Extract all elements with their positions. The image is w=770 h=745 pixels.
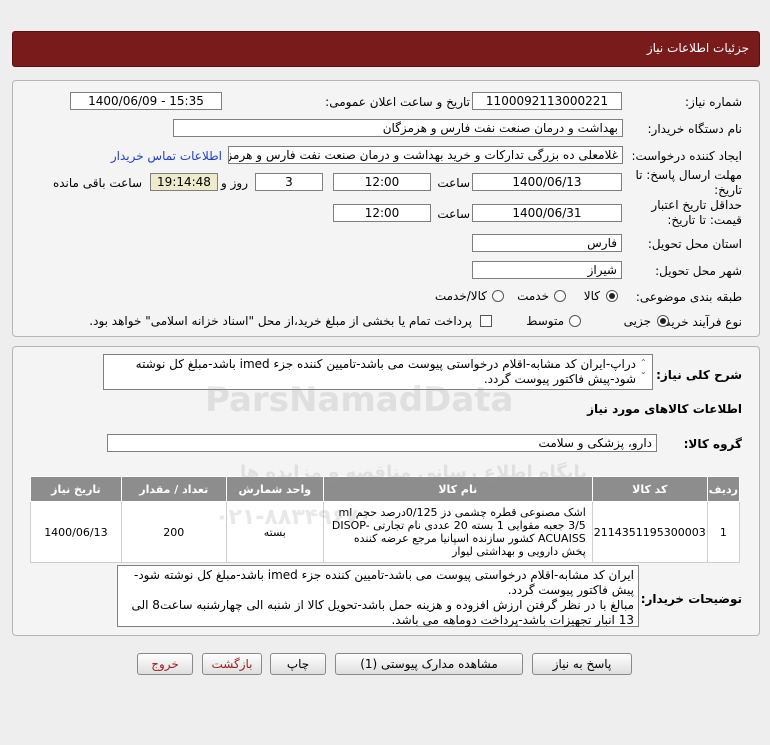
contact-buyer-link[interactable]: اطلاعات تماس خریدار [111,149,222,163]
cell-unit: بسته [225,501,324,563]
col-row: ردیف [706,476,741,502]
deadline-label: مهلت ارسال پاسخ: تا تاریخ: [635,168,742,197]
table-row: 1 2114351195300003 اشک مصنوعی قطره چشمی … [30,501,741,563]
city-label: شهر محل تحویل: [655,264,742,278]
remaining-label: ساعت باقی مانده [52,176,142,190]
announce-label: تاریخ و ساعت اعلان عمومی: [325,95,470,109]
goods-table: ردیف کد کالا نام کالا واحد شمارش تعداد /… [30,476,741,563]
back-button[interactable]: بازگشت [202,653,262,675]
category-label: طبقه بندی موضوعی: [635,290,742,304]
remaining-time-field: 19:14:48 [150,173,218,191]
process-partial-radio[interactable] [657,315,669,327]
print-button[interactable]: چاپ [270,653,326,675]
view-attachments-button[interactable]: مشاهده مدارک پیوستی (1) [335,653,523,675]
cell-name: اشک مصنوعی قطره چشمی دز 0/125درصد حجم ml… [322,501,593,563]
province-field: فارس [472,234,622,252]
need-number-field: 1100092113000221 [472,92,622,110]
goods-section-title: اطلاعات کالاهای مورد نیاز [587,402,742,416]
creator-field: غلامعلی ده بزرگی تدارکات و خرید بهداشت و… [228,146,623,164]
col-name: نام کالا [322,476,593,502]
treasury-payment-checkbox[interactable] [480,315,492,327]
cell-row: 1 [706,501,741,563]
deadline-time-label: ساعت [437,176,470,190]
col-qty: تعداد / مقدار [120,476,227,502]
days-field: 3 [255,173,323,191]
cell-date: 1400/06/13 [30,501,122,563]
description-label: شرح کلی نیاز: [656,368,742,382]
reply-button[interactable]: پاسخ به نیاز [532,653,632,675]
description-textarea[interactable]: دراپ-ایران کد مشابه-اقلام درخواستی پیوست… [103,354,653,390]
validity-date-field: 1400/06/31 [472,204,622,222]
treasury-payment-note: پرداخت تمام یا بخشی از مبلغ خرید،از محل … [89,314,472,328]
process-medium-radio[interactable] [569,315,581,327]
buyer-notes-box: ایران کد مشابه-اقلام درخواستی پیوست می ب… [117,565,639,627]
resize-icon: ⌃ ⌄ [640,358,647,376]
validity-time-label: ساعت [437,207,470,221]
goods-group-label: گروه کالا: [683,437,742,451]
category-both-radio[interactable] [492,290,504,302]
days-label: روز و [221,176,248,190]
buyer-org-label: نام دستگاه خریدار: [647,122,743,136]
col-date: تاریخ نیاز [30,476,122,502]
deadline-date-field: 1400/06/13 [472,173,622,191]
buyer-notes-label: توضیحات خریدار: [640,592,742,606]
process-medium-label: متوسط [526,314,564,328]
col-code: کد کالا [591,476,708,502]
city-field: شیراز [472,261,622,279]
creator-label: ایجاد کننده درخواست: [631,149,742,163]
category-goods-radio[interactable] [606,290,618,302]
validity-time-field: 12:00 [333,204,431,222]
province-label: استان محل تحویل: [647,237,742,251]
buyer-org-field: بهداشت و درمان صنعت نفت فارس و هرمزگان [173,119,623,137]
deadline-time-field: 12:00 [333,173,431,191]
col-unit: واحد شمارش [225,476,324,502]
validity-label: حداقل تاریخ اعتبار قیمت: تا تاریخ: [651,198,742,227]
category-both-label: کالا/خدمت [434,289,487,303]
announce-field: 1400/06/09 - 15:35 [70,92,222,110]
page-header: جزئیات اطلاعات نیاز [12,31,760,67]
need-number-label: شماره نیاز: [685,95,742,109]
category-goods-label: کالا [583,289,600,303]
cell-qty: 200 [120,501,227,563]
category-service-radio[interactable] [554,290,566,302]
exit-button[interactable]: خروج [137,653,193,675]
process-label: نوع فرآیند خرید : [657,315,742,329]
category-service-label: خدمت [517,289,549,303]
goods-group-field: دارو، پزشکی و سلامت [107,434,657,452]
process-partial-label: جزیی [623,314,651,328]
cell-code: 2114351195300003 [591,501,708,563]
page-title: جزئیات اطلاعات نیاز [646,41,749,55]
